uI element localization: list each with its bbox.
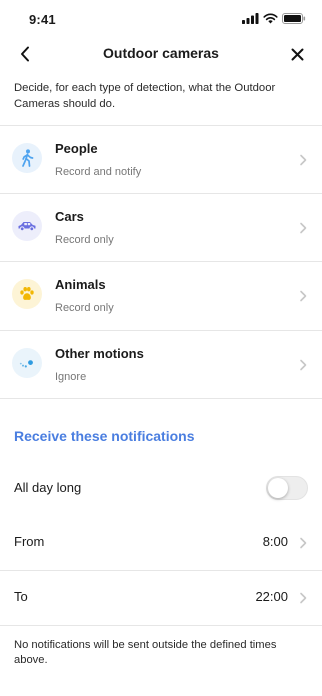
- detection-label: Other motions: [55, 346, 144, 361]
- from-row[interactable]: From 8:00: [0, 516, 322, 570]
- close-icon: [291, 48, 303, 60]
- status-time: 9:41: [29, 12, 56, 27]
- signal-icon: [242, 13, 259, 24]
- notifications-section-title: Receive these notifications: [14, 428, 195, 444]
- detection-row-other-motions[interactable]: Other motions Ignore: [0, 331, 322, 399]
- person-walking-icon: [22, 149, 34, 167]
- people-icon-badge: [12, 143, 42, 173]
- detection-label: Cars: [55, 209, 84, 224]
- detection-action: Ignore: [55, 371, 87, 383]
- status-icons: [242, 13, 306, 24]
- paw-icon: [20, 287, 34, 300]
- chevron-right-icon: [300, 222, 307, 234]
- page-title: Outdoor cameras: [103, 45, 219, 61]
- from-label: From: [14, 534, 45, 549]
- detection-action: Record and notify: [55, 166, 142, 178]
- detection-label: People: [55, 141, 98, 156]
- detection-action: Record only: [55, 302, 114, 314]
- battery-icon: [282, 13, 306, 24]
- detection-label: Animals: [55, 277, 106, 292]
- all-day-row: All day long: [0, 462, 322, 516]
- toggle-knob: [268, 478, 288, 498]
- animals-icon-badge: [12, 279, 42, 309]
- motion-icon: [19, 360, 33, 368]
- close-button[interactable]: [284, 41, 310, 67]
- status-bar: 9:41: [0, 0, 322, 36]
- all-day-toggle[interactable]: [266, 476, 308, 500]
- divider: [0, 625, 322, 626]
- chevron-right-icon: [300, 592, 307, 604]
- chevron-right-icon: [300, 154, 307, 166]
- detection-row-cars[interactable]: Cars Record only: [0, 194, 322, 262]
- to-value: 22:00: [255, 589, 288, 604]
- to-row[interactable]: To 22:00: [0, 571, 322, 625]
- other-motions-icon-badge: [12, 348, 42, 378]
- chevron-right-icon: [300, 359, 307, 371]
- wifi-icon: [263, 13, 278, 24]
- chevron-right-icon: [300, 537, 307, 549]
- nav-header: Outdoor cameras: [0, 36, 322, 76]
- car-icon: [18, 222, 36, 232]
- cars-icon-badge: [12, 211, 42, 241]
- detection-action: Record only: [55, 234, 114, 246]
- detection-row-animals[interactable]: Animals Record only: [0, 262, 322, 330]
- footer-note: No notifications will be sent outside th…: [14, 639, 277, 666]
- all-day-label: All day long: [14, 480, 82, 495]
- from-value: 8:00: [262, 534, 288, 549]
- intro-text: Decide, for each type of detection, what…: [14, 82, 276, 110]
- divider: [0, 398, 322, 399]
- detection-row-people[interactable]: People Record and notify: [0, 126, 322, 194]
- to-label: To: [14, 589, 28, 604]
- chevron-right-icon: [300, 290, 307, 302]
